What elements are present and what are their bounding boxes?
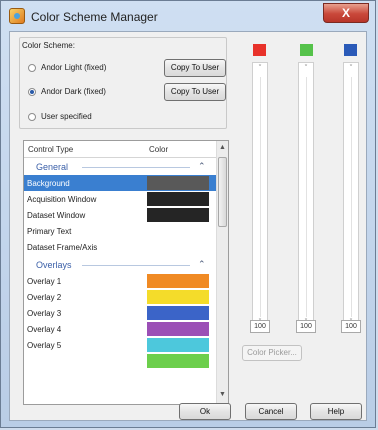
- list-item-label: Background: [27, 179, 70, 188]
- ok-button[interactable]: Ok: [179, 403, 231, 420]
- color-swatch: [147, 192, 209, 206]
- column-header-control-type[interactable]: Control Type: [28, 145, 73, 154]
- list-item-label: Dataset Window: [27, 211, 86, 220]
- control-color-list[interactable]: Control Type Color General ⌃ Background …: [23, 140, 229, 405]
- slider-top-icon: ˇ: [349, 65, 353, 72]
- radio-user-specified[interactable]: User specified: [28, 112, 92, 121]
- radio-andor-light-label: Andor Light (fixed): [41, 63, 107, 72]
- blue-channel-swatch: [344, 44, 357, 56]
- list-item[interactable]: [24, 353, 216, 369]
- radio-user-specified-label: User specified: [41, 112, 92, 121]
- list-item[interactable]: Background: [24, 175, 216, 191]
- list-item[interactable]: Dataset Window: [24, 207, 216, 223]
- color-swatch: [147, 176, 209, 190]
- color-scheme-legend: Color Scheme:: [20, 41, 77, 50]
- slider-top-icon: ˇ: [304, 65, 308, 72]
- list-item-label: Overlay 1: [27, 277, 62, 286]
- slider-rail: [260, 77, 261, 317]
- green-value-field[interactable]: 100: [296, 320, 316, 333]
- window-title: Color Scheme Manager: [31, 10, 158, 24]
- radio-andor-dark-circle[interactable]: [28, 87, 36, 96]
- color-swatch: [147, 306, 209, 320]
- group-label: Overlays: [36, 260, 72, 270]
- scrollbar-thumb[interactable]: [218, 157, 227, 227]
- list-item-label: Primary Text: [27, 227, 72, 236]
- list-item-label: Overlay 2: [27, 293, 62, 302]
- red-slider[interactable]: ˇ ˇ: [252, 62, 268, 332]
- list-item-label: Overlay 3: [27, 309, 62, 318]
- list-item[interactable]: Overlay 4: [24, 321, 216, 337]
- slider-rail: [306, 77, 307, 317]
- color-swatch: [147, 338, 209, 352]
- color-swatch: [147, 354, 209, 368]
- green-slider[interactable]: ˇ ˇ: [298, 62, 314, 332]
- list-item[interactable]: Primary Text: [24, 223, 216, 239]
- list-item[interactable]: Dataset Frame/Axis: [24, 239, 216, 255]
- help-button[interactable]: Help: [310, 403, 362, 420]
- radio-user-specified-circle[interactable]: [28, 112, 36, 121]
- dialog-body: Color Scheme: Andor Light (fixed) Andor …: [9, 31, 367, 421]
- collapse-chevron-icon[interactable]: ⌃: [198, 259, 206, 270]
- close-button[interactable]: X: [323, 3, 369, 23]
- red-channel-swatch: [253, 44, 266, 56]
- green-channel-swatch: [300, 44, 313, 56]
- list-header: Control Type Color: [24, 141, 216, 158]
- list-item[interactable]: Overlay 2: [24, 289, 216, 305]
- app-icon: [9, 8, 25, 24]
- copy-light-to-user-button[interactable]: Copy To User: [164, 59, 226, 77]
- blue-slider[interactable]: ˇ ˇ: [343, 62, 359, 332]
- list-item[interactable]: Acquisition Window: [24, 191, 216, 207]
- group-header-overlays[interactable]: Overlays ⌃: [24, 257, 216, 273]
- list-item[interactable]: Overlay 1: [24, 273, 216, 289]
- scroll-down-icon[interactable]: ▼: [219, 391, 226, 398]
- column-header-color[interactable]: Color: [149, 145, 168, 154]
- slider-rail: [351, 77, 352, 317]
- radio-andor-light-circle[interactable]: [28, 63, 36, 72]
- radio-andor-light[interactable]: Andor Light (fixed): [28, 63, 106, 72]
- title-bar[interactable]: Color Scheme Manager X: [1, 1, 375, 31]
- list-item-label: Acquisition Window: [27, 195, 97, 204]
- blue-value-field[interactable]: 100: [341, 320, 361, 333]
- list-item-label: Dataset Frame/Axis: [27, 243, 98, 252]
- slider-top-icon: ˇ: [258, 65, 262, 72]
- copy-dark-to-user-button[interactable]: Copy To User: [164, 83, 226, 101]
- radio-andor-dark-label: Andor Dark (fixed): [41, 87, 106, 96]
- group-header-general[interactable]: General ⌃: [24, 159, 216, 175]
- list-scrollbar[interactable]: ▲ ▼: [216, 141, 228, 404]
- color-swatch: [147, 208, 209, 222]
- list-item-label: Overlay 5: [27, 341, 62, 350]
- collapse-chevron-icon[interactable]: ⌃: [198, 161, 206, 172]
- color-scheme-manager-window: Color Scheme Manager X Color Scheme: And…: [0, 0, 376, 428]
- list-item[interactable]: Overlay 5: [24, 337, 216, 353]
- color-swatch: [147, 322, 209, 336]
- list-item[interactable]: Overlay 3: [24, 305, 216, 321]
- color-picker-button[interactable]: Color Picker...: [242, 345, 302, 361]
- red-value-field[interactable]: 100: [250, 320, 270, 333]
- group-divider: [82, 265, 190, 266]
- group-label: General: [36, 162, 69, 172]
- radio-andor-dark[interactable]: Andor Dark (fixed): [28, 87, 106, 96]
- list-item-label: Overlay 4: [27, 325, 62, 334]
- color-swatch: [147, 274, 209, 288]
- group-divider: [82, 167, 190, 168]
- cancel-button[interactable]: Cancel: [245, 403, 297, 420]
- scroll-up-icon[interactable]: ▲: [219, 144, 226, 151]
- color-swatch: [147, 290, 209, 304]
